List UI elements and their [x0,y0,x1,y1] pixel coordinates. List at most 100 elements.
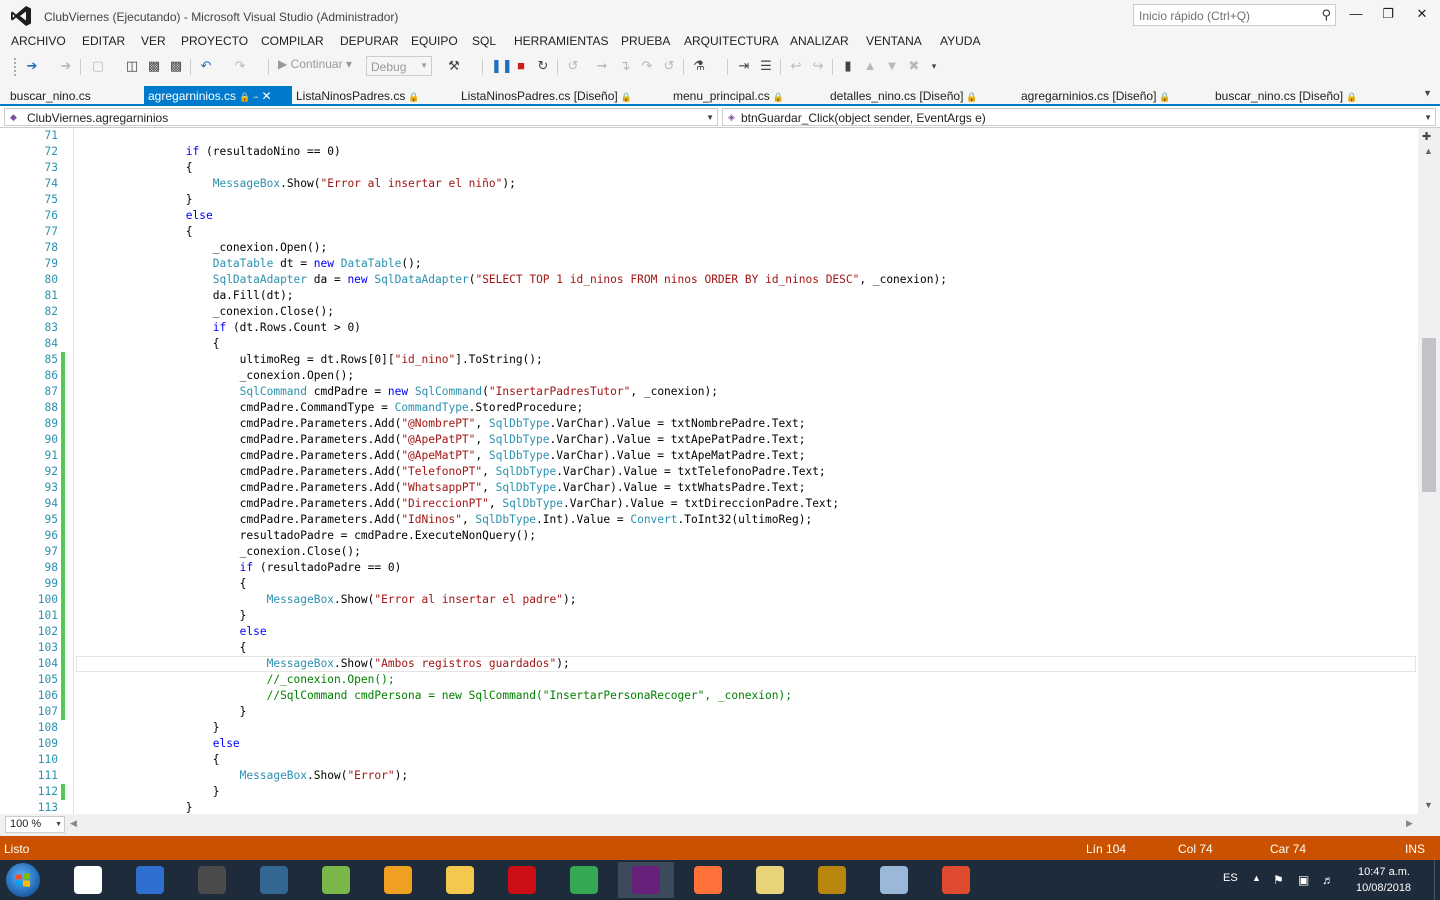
taskbar-app[interactable] [804,862,860,898]
next-bookmark-icon[interactable]: ▼ [884,58,900,74]
code-line[interactable]: 81 da.Fill(dt); [0,288,1418,304]
start-button[interactable] [6,863,40,897]
show-hidden-icons-icon[interactable]: ▲ [1252,873,1261,883]
code-line[interactable]: 107 } [0,704,1418,720]
code-line[interactable]: 92 cmdPadre.Parameters.Add("TelefonoPT",… [0,464,1418,480]
quick-launch-input[interactable]: Inicio rápido (Ctrl+Q) ⚲ [1133,4,1336,26]
taskbar-app[interactable] [556,862,612,898]
toolbar-grip[interactable] [14,58,18,76]
taskbar-app[interactable] [122,862,178,898]
taskbar-app[interactable] [432,862,488,898]
scroll-right-icon[interactable]: ▶ [1406,818,1413,829]
tab-agregarninios[interactable]: agregarninios.cs 🔒 − ✕ [144,86,292,106]
open-file-icon[interactable]: ◫ [124,58,140,74]
code-line[interactable]: 110 { [0,752,1418,768]
code-line[interactable]: 104 MessageBox.Show("Ambos registros gua… [0,656,1418,672]
menu-depurar[interactable]: DEPURAR [340,34,399,48]
code-line[interactable]: 89 cmdPadre.Parameters.Add("@NombrePT", … [0,416,1418,432]
scroll-left-icon[interactable]: ◀ [70,818,77,829]
taskbar-app[interactable] [742,862,798,898]
split-window-icon[interactable]: ✚ [1422,130,1431,143]
solution-config-select[interactable]: Debug ▼ [366,56,432,76]
scroll-up-icon[interactable]: ▲ [1424,146,1433,156]
attach-process-icon[interactable]: ⚒ [446,58,462,74]
redo-icon[interactable]: ↷ [232,58,248,74]
menu-analizar[interactable]: ANALIZAR [790,34,849,48]
code-line[interactable]: 106 //SqlCommand cmdPersona = new SqlCom… [0,688,1418,704]
hex-display-icon[interactable]: ⚗ [691,58,707,74]
menu-herramientas[interactable]: HERRAMIENTAS [514,34,608,48]
show-next-statement-icon[interactable]: ➞ [594,58,610,74]
save-all-icon[interactable]: ▩ [168,58,184,74]
code-line[interactable]: 105 //_conexion.Open(); [0,672,1418,688]
menu-sql[interactable]: SQL [472,34,496,48]
menu-arquitectura[interactable]: ARQUITECTURA [684,34,779,48]
step-out-icon[interactable]: ↺ [661,58,677,74]
step-into-specific-icon[interactable]: ⇥ [736,58,752,74]
clock-date[interactable]: 10/08/2018 [1356,882,1411,894]
tab-buscar-nino-design[interactable]: buscar_nino.cs [Diseño] 🔒 [1215,86,1357,106]
code-line[interactable]: 96 resultadoPadre = cmdPadre.ExecuteNonQ… [0,528,1418,544]
code-line[interactable]: 84 { [0,336,1418,352]
navigate-back-icon[interactable]: ➔ [24,58,40,74]
code-line[interactable]: 80 SqlDataAdapter da = new SqlDataAdapte… [0,272,1418,288]
code-line[interactable]: 94 cmdPadre.Parameters.Add("DireccionPT"… [0,496,1418,512]
menu-prueba[interactable]: PRUEBA [621,34,670,48]
clear-bookmarks-icon[interactable]: ✖ [906,58,922,74]
code-line[interactable]: 83 if (dt.Rows.Count > 0) [0,320,1418,336]
code-line[interactable]: 102 else [0,624,1418,640]
code-line[interactable]: 85 ultimoReg = dt.Rows[0]["id_nino"].ToS… [0,352,1418,368]
language-indicator[interactable]: ES [1223,872,1238,884]
step-into-icon[interactable]: ↴ [617,58,633,74]
code-line[interactable]: 99 { [0,576,1418,592]
close-button[interactable]: ✕ [1412,6,1432,26]
code-line[interactable]: 78 _conexion.Open(); [0,240,1418,256]
navigate-forward-icon[interactable]: ➜ [58,58,74,74]
comment-out-icon[interactable]: ↩ [788,58,804,74]
pin-icon[interactable]: − [253,92,258,102]
code-line[interactable]: 93 cmdPadre.Parameters.Add("WhatsappPT",… [0,480,1418,496]
code-line[interactable]: 76 else [0,208,1418,224]
save-icon[interactable]: ▩ [146,58,162,74]
code-line[interactable]: 73 { [0,160,1418,176]
menu-ventana[interactable]: VENTANA [866,34,922,48]
bookmark-icon[interactable]: ▮ [840,58,856,74]
code-line[interactable]: 108 } [0,720,1418,736]
step-over-icon[interactable]: ↷ [639,58,655,74]
taskbar-app[interactable] [866,862,922,898]
code-line[interactable]: 79 DataTable dt = new DataTable(); [0,256,1418,272]
code-line[interactable]: 97 _conexion.Close(); [0,544,1418,560]
menu-ver[interactable]: VER [141,34,166,48]
uncomment-icon[interactable]: ↪ [810,58,826,74]
menu-editar[interactable]: EDITAR [82,34,125,48]
code-line[interactable]: 111 MessageBox.Show("Error"); [0,768,1418,784]
scrollbar-thumb[interactable] [1422,338,1436,492]
menu-archivo[interactable]: ARCHIVO [11,34,66,48]
menu-ayuda[interactable]: AYUDA [940,34,980,48]
volume-icon[interactable]: ♬ [1322,873,1334,887]
pause-icon[interactable]: ❚❚ [491,58,513,74]
zoom-select[interactable]: 100 % ▼ [5,816,65,833]
code-line[interactable]: 95 cmdPadre.Parameters.Add("IdNinos", Sq… [0,512,1418,528]
tab-buscar-nino[interactable]: buscar_nino.cs [10,86,91,106]
menu-compilar[interactable]: COMPILAR [261,34,324,48]
taskbar-app[interactable] [618,862,674,898]
code-line[interactable]: 87 SqlCommand cmdPadre = new SqlCommand(… [0,384,1418,400]
toolbar-overflow-icon[interactable]: ▾ [926,58,942,74]
close-tab-icon[interactable]: ✕ [262,89,272,103]
code-line[interactable]: 112 } [0,784,1418,800]
new-project-icon[interactable]: ▢ [90,58,106,74]
code-line[interactable]: 88 cmdPadre.CommandType = CommandType.St… [0,400,1418,416]
tab-agregarninios-design[interactable]: agregarninios.cs [Diseño] 🔒 [1021,86,1171,106]
tab-menu-principal[interactable]: menu_principal.cs 🔒 [673,86,784,106]
types-dropdown[interactable]: ◆ ClubViernes.agregarninios ▼ [4,108,718,126]
browser-link-icon[interactable]: ↺ [565,58,581,74]
continue-button[interactable]: ▶ Continuar ▾ [278,57,352,71]
clock-time[interactable]: 10:47 a.m. [1358,866,1410,878]
code-line[interactable]: 103 { [0,640,1418,656]
show-desktop-button[interactable] [1434,860,1440,900]
taskbar-app[interactable] [680,862,736,898]
code-editor[interactable]: 71 72 if (resultadoNino == 0) 73 {74 Messa… [0,128,1418,814]
scroll-down-icon[interactable]: ▼ [1424,800,1433,810]
taskbar-app[interactable] [60,862,116,898]
